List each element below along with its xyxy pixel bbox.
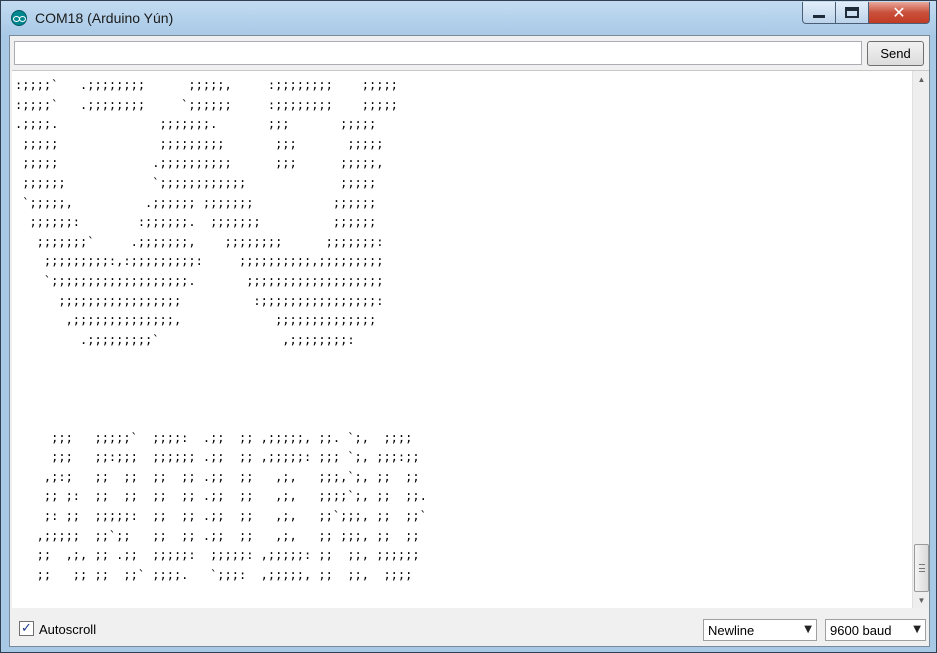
close-button[interactable]: ✕ [868,2,930,24]
serial-monitor-window: COM18 (Arduino Yún) ✕ Send :;;;;` .;;;;;… [0,0,937,653]
scroll-up-arrow-icon[interactable]: ▲ [913,71,929,88]
serial-output-line: `;;;;;, .;;;;;; ;;;;;;; ;;;;;; [15,195,377,210]
serial-output-line: ;: ;; ;;;;;: ;; ;; .;; ;; ,;, ;;`;;;, ;;… [15,509,427,524]
title-bar[interactable]: COM18 (Arduino Yún) ✕ [1,1,936,35]
scroll-down-arrow-icon[interactable]: ▼ [913,592,929,608]
line-ending-dropdown[interactable]: Newline ▼ [703,619,817,641]
serial-output-line: ,;;;;;;;;;;;;;;, ;;;;;;;;;;;;;; [15,313,377,328]
serial-input-field[interactable] [14,41,862,65]
serial-output-line: ;;;;; .;;;;;;;;;; ;;; ;;;;;, [15,156,384,171]
serial-output-line: ;;; ;;;;;` ;;;;: .;; ;; ,;;;;;, ;;. `;, … [15,430,413,445]
serial-output-line: ,;;;;; ;;`;; ;; ;; .;; ;; ,;, ;; ;;;, ;;… [15,528,420,543]
chevron-down-icon: ▼ [804,624,812,635]
serial-output-text: :;;;;` .;;;;;;;; ;;;;;, :;;;;;;;; ;;;;;:… [15,76,905,606]
serial-output-line: ;;;;;; `;;;;;;;;;;;; ;;;;; [15,175,377,190]
arduino-logo-icon [11,10,27,26]
serial-output-line: ;;; ;;:;;; ;;;;;; .;; ;; ,;;;;;: ;;; `;,… [15,450,420,465]
autoscroll-checkbox[interactable]: ✓ [19,621,34,636]
serial-output-area[interactable]: :;;;;` .;;;;;;;; ;;;;;, :;;;;;;;; ;;;;;:… [12,70,929,608]
maximize-icon [845,7,859,18]
serial-output-line [15,370,905,390]
serial-output-line: ;;;;;;: :;;;;;;. ;;;;;;; ;;;;;; [15,215,377,230]
grip-icon [919,564,925,572]
serial-output-line: ;; ,;, ;; .;; ;;;;;: ;;;;;: ,;;;;;: ;; ;… [15,548,420,563]
serial-output-line: .;;;;;;;;;` ,;;;;;;;;: [15,332,355,347]
minimize-button[interactable] [802,2,836,24]
scrollbar-thumb[interactable] [914,544,929,592]
maximize-button[interactable] [835,2,869,24]
close-icon: ✕ [892,3,906,22]
serial-monitor-panel: Send :;;;;` .;;;;;;;; ;;;;;, :;;;;;;;; ;… [9,35,930,647]
line-ending-value: Newline [708,623,755,638]
window-title: COM18 (Arduino Yún) [35,10,174,26]
serial-output-line [15,409,905,429]
baud-rate-dropdown[interactable]: 9600 baud ▼ [825,619,926,641]
serial-output-line: ;;;;;;;;;:,:;;;;;;;;;: ;;;;;;;;;;,;;;;;;… [15,254,384,269]
baud-rate-value: 9600 baud [830,623,892,638]
chevron-down-icon: ▼ [913,624,921,635]
serial-output-line [15,350,905,370]
serial-output-line: :;;;;` .;;;;;;;; ;;;;;, :;;;;;;;; ;;;;; [15,78,398,92]
serial-output-line: ;;;;;;;` .;;;;;;;, ;;;;;;;; ;;;;;;;: [15,234,384,249]
serial-output-line: ;;;;; ;;;;;;;;; ;;; ;;;;; [15,136,384,151]
serial-output-line: :;;;;` .;;;;;;;; `;;;;;; :;;;;;;;; ;;;;; [15,97,398,112]
minimize-icon [813,15,825,18]
send-button[interactable]: Send [867,41,924,66]
serial-output-line: ;; ;: ;; ;; ;; ;; .;; ;; ,;, ;;;;`;, ;; … [15,489,427,504]
autoscroll-label[interactable]: Autoscroll [39,622,96,637]
serial-output-line: .;;;;. ;;;;;;;. ;;; ;;;;; [15,117,377,132]
status-bar: ✓ Autoscroll Newline ▼ 9600 baud ▼ [10,611,929,647]
checkmark-icon: ✓ [21,621,32,636]
serial-output-line: `;;;;;;;;;;;;;;;;;;;. ;;;;;;;;;;;;;;;;;;… [15,273,384,288]
serial-output-line: ,;:; ;; ;; ;; ;; .;; ;; ,;, ;;;,`;, ;; ;… [15,469,420,484]
serial-output-line [15,390,905,410]
serial-output-line: ;;;;;;;;;;;;;;;;; :;;;;;;;;;;;;;;;;: [15,293,384,308]
vertical-scrollbar[interactable]: ▲ ▼ [912,71,929,608]
serial-output-line: ;; ;; ;; ;;` ;;;;. `;;;: ,;;;;;, ;; ;;, … [15,567,413,582]
